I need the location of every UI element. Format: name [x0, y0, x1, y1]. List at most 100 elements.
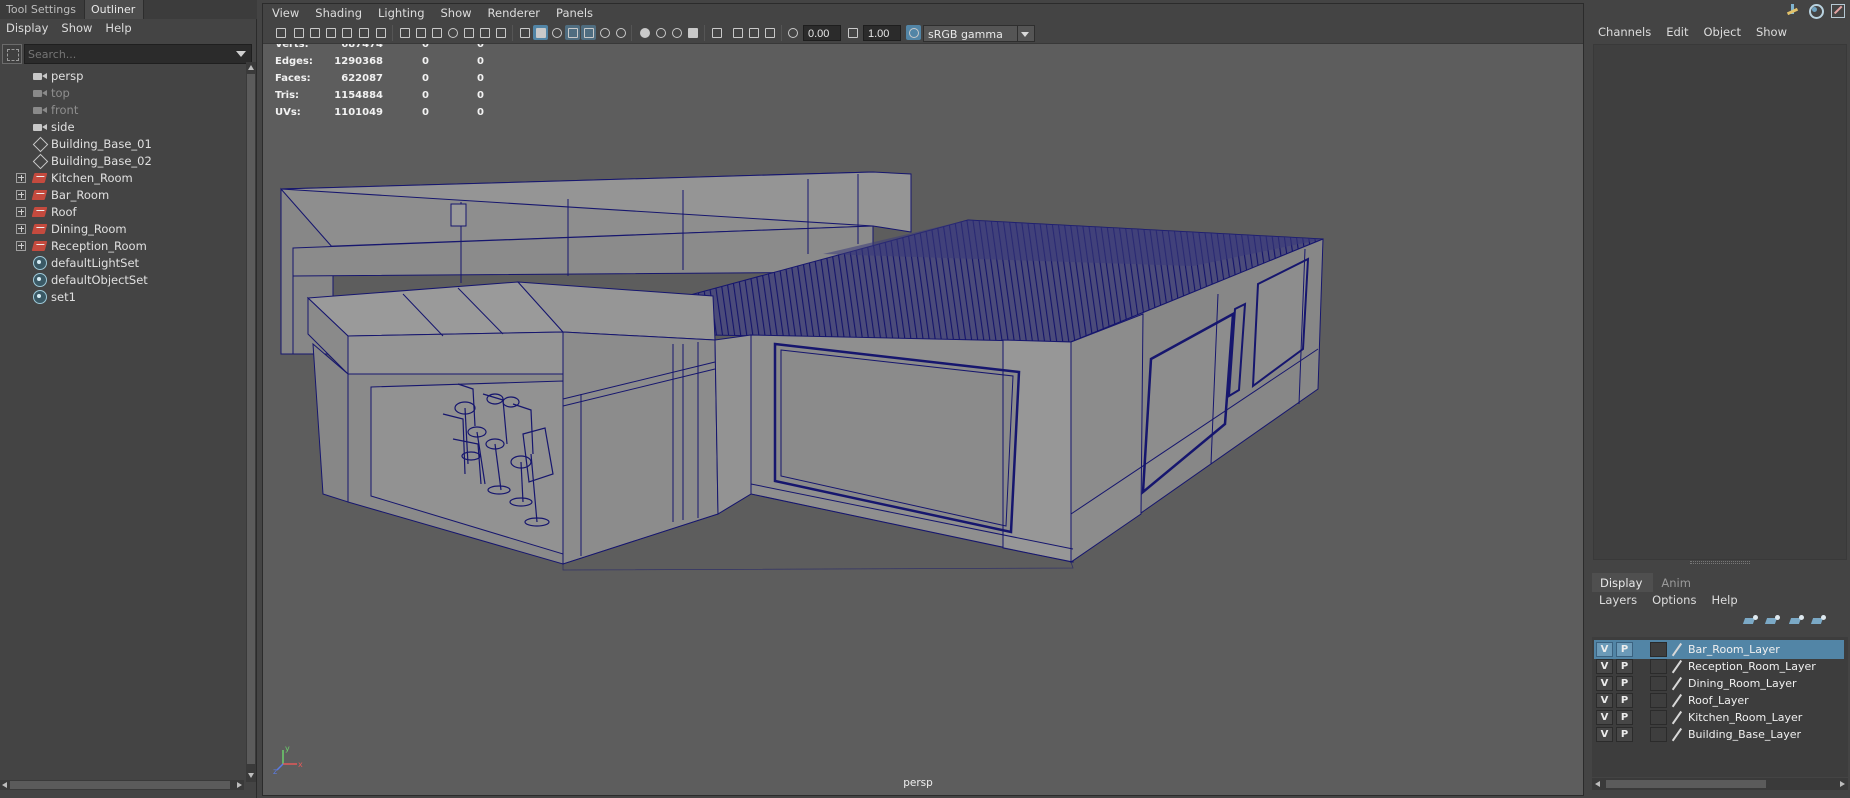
channel-box-icon[interactable] [1830, 3, 1845, 18]
tab-display[interactable]: Display [1592, 573, 1654, 592]
gamma-icon[interactable] [845, 25, 860, 40]
color-management-icon[interactable] [906, 25, 921, 40]
layer-display-type-toggle[interactable] [1650, 642, 1667, 657]
bookmark-icon[interactable] [323, 25, 338, 40]
menu-panels[interactable]: Panels [547, 4, 600, 22]
search-input[interactable] [24, 44, 252, 64]
expand-plus-icon[interactable] [16, 190, 26, 200]
two-d-pan-zoom-icon[interactable] [356, 25, 371, 40]
channel-box-attributes-area[interactable] [1593, 44, 1847, 560]
outliner-item[interactable]: set1 [0, 287, 244, 307]
outliner-horizontal-scrollbar[interactable] [0, 780, 244, 790]
create-empty-layer-icon[interactable] [1788, 614, 1806, 628]
image-plane-icon[interactable] [339, 25, 354, 40]
scroll-left-arrow-icon[interactable] [2, 782, 7, 788]
chevron-down-icon[interactable] [236, 51, 246, 57]
view-transform-dropdown[interactable]: sRGB gamma [923, 25, 1035, 42]
select-filter-icon[interactable] [2, 44, 22, 64]
x-ray-active-components-icon[interactable] [746, 25, 761, 40]
expand-plus-icon[interactable] [16, 241, 26, 251]
x-ray-icon[interactable] [730, 25, 745, 40]
layer-playback-toggle[interactable]: P [1616, 642, 1633, 657]
tab-tool-settings[interactable]: Tool Settings [0, 0, 85, 19]
layer-playback-toggle[interactable]: P [1616, 659, 1633, 674]
layer-display-type-toggle[interactable] [1650, 710, 1667, 725]
scroll-left-arrow-icon[interactable] [1595, 781, 1600, 787]
scrollbar-thumb[interactable] [10, 781, 230, 789]
grid-icon[interactable] [397, 25, 412, 40]
layer-visibility-toggle[interactable]: V [1596, 727, 1613, 742]
scroll-down-arrow-icon[interactable] [248, 773, 254, 778]
lock-camera-icon[interactable] [291, 25, 306, 40]
scroll-up-arrow-icon[interactable] [248, 65, 254, 70]
building-wireframe-model[interactable] [263, 44, 1583, 795]
screen-space-ao-icon[interactable] [637, 25, 652, 40]
layer-playback-toggle[interactable]: P [1616, 727, 1633, 742]
menu-edit[interactable]: Edit [1658, 24, 1695, 42]
expand-plus-icon[interactable] [16, 207, 26, 217]
layer-playback-toggle[interactable]: P [1616, 693, 1633, 708]
layer-visibility-toggle[interactable]: V [1596, 659, 1613, 674]
attribute-editor-icon[interactable] [1808, 3, 1824, 19]
gate-mask-icon[interactable] [445, 25, 460, 40]
x-ray-joints-icon[interactable] [762, 25, 777, 40]
default-material-icon[interactable] [549, 25, 564, 40]
menu-help[interactable]: Help [1702, 592, 1743, 610]
layer-row[interactable]: V P Building_Base_Layer [1594, 725, 1844, 744]
layer-visibility-toggle[interactable]: V [1596, 693, 1613, 708]
layer-display-type-toggle[interactable] [1650, 727, 1667, 742]
resolution-gate-icon[interactable] [429, 25, 444, 40]
expand-plus-icon[interactable] [16, 173, 26, 183]
layer-playback-toggle[interactable]: P [1616, 710, 1633, 725]
safe-action-icon[interactable] [477, 25, 492, 40]
move-layer-up-icon[interactable] [1742, 614, 1760, 628]
create-layer-from-selection-icon[interactable] [1810, 614, 1828, 628]
viewport-3d-scene[interactable]: Verts: 687474 0 0 Edges: 1290368 0 0 Faces: 62208… [263, 44, 1583, 795]
wireframe-on-shaded-icon[interactable] [565, 25, 580, 40]
layer-visibility-toggle[interactable]: V [1596, 642, 1613, 657]
panel-splitter-handle[interactable] [1690, 561, 1750, 564]
menu-show[interactable]: Show [55, 19, 99, 38]
menu-options[interactable]: Options [1643, 592, 1702, 610]
layer-visibility-toggle[interactable]: V [1596, 676, 1613, 691]
layer-display-type-toggle[interactable] [1650, 693, 1667, 708]
menu-show[interactable]: Show [432, 4, 479, 22]
smooth-shade-icon[interactable] [533, 25, 548, 40]
shadows-icon[interactable] [613, 25, 628, 40]
wireframe-icon[interactable] [517, 25, 532, 40]
menu-help[interactable]: Help [99, 19, 138, 38]
menu-channels[interactable]: Channels [1590, 24, 1658, 42]
camera-attributes-icon[interactable] [307, 25, 322, 40]
grease-pencil-icon[interactable] [373, 25, 388, 40]
film-gate-icon[interactable] [413, 25, 428, 40]
expand-plus-icon[interactable] [16, 224, 26, 234]
gamma-field[interactable] [863, 25, 901, 41]
depth-of-field-icon[interactable] [685, 25, 700, 40]
menu-shading[interactable]: Shading [306, 4, 369, 22]
safe-title-icon[interactable] [493, 25, 508, 40]
isolate-select-icon[interactable] [709, 25, 724, 40]
tab-outliner[interactable]: Outliner [84, 0, 145, 19]
layer-display-type-toggle[interactable] [1650, 659, 1667, 674]
scrollbar-thumb[interactable] [247, 74, 255, 764]
exposure-field[interactable] [803, 25, 841, 41]
field-chart-icon[interactable] [461, 25, 476, 40]
textured-icon[interactable] [581, 25, 596, 40]
layer-playback-toggle[interactable]: P [1616, 676, 1633, 691]
layer-list-horizontal-scrollbar[interactable] [1592, 778, 1848, 790]
menu-layers[interactable]: Layers [1590, 592, 1643, 610]
menu-display[interactable]: Display [0, 19, 55, 38]
select-camera-icon[interactable] [273, 25, 288, 40]
use-all-lights-icon[interactable] [597, 25, 612, 40]
outliner-vertical-scrollbar[interactable] [246, 62, 256, 782]
move-layer-down-icon[interactable] [1764, 614, 1782, 628]
layer-visibility-toggle[interactable]: V [1596, 710, 1613, 725]
scroll-right-arrow-icon[interactable] [1840, 781, 1845, 787]
tab-anim[interactable]: Anim [1653, 573, 1702, 592]
layer-display-type-toggle[interactable] [1650, 676, 1667, 691]
menu-object[interactable]: Object [1696, 24, 1748, 42]
motion-blur-icon[interactable] [653, 25, 668, 40]
menu-renderer[interactable]: Renderer [479, 4, 548, 22]
menu-lighting[interactable]: Lighting [369, 4, 431, 22]
scroll-right-arrow-icon[interactable] [237, 782, 242, 788]
